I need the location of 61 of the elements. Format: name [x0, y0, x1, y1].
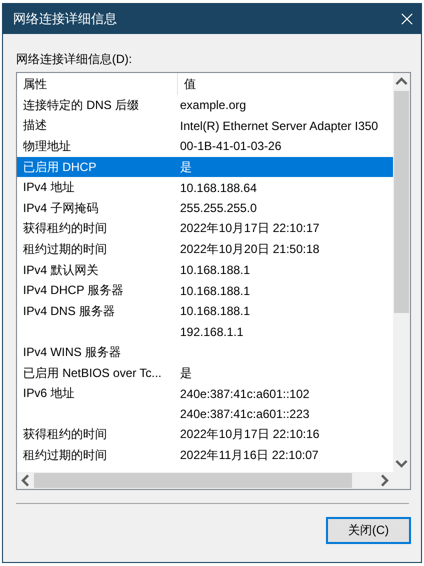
- value-cell-text: 10.168.188.1: [180, 304, 252, 318]
- list-row[interactable]: 租约过期的时间 2022年11月16日 22:10:07: [17, 445, 393, 466]
- list-row[interactable]: 描述 Intel(R) Ethernet Server Adapter I350: [17, 116, 393, 136]
- property-cell-text: 已启用 DHCP: [22, 158, 98, 176]
- value-cell-text: 2022年10月17日 22:10:16: [180, 426, 320, 444]
- property-cell-text: IPv4 DNS 服务器: [22, 302, 116, 320]
- list-row[interactable]: 物理地址 00-1B-41-01-03-26: [17, 136, 393, 157]
- property-cell-text: IPv6 地址: [22, 385, 76, 402]
- property-cell-text: 租约过期的时间: [22, 240, 108, 258]
- close-icon[interactable]: [401, 13, 413, 25]
- scroll-thumb[interactable]: [34, 473, 352, 488]
- value-cell-text: 2022年10月17日 22:10:17: [180, 220, 320, 238]
- value-cell-text: 240e:387:41c:a601::223: [180, 407, 310, 422]
- property-cell-text: 租约过期的时间: [22, 446, 108, 464]
- value-cell-text: 是: [180, 364, 193, 382]
- property-cell-text: 描述: [22, 117, 48, 134]
- list-row[interactable]: 已启用 DHCP 是: [17, 156, 393, 178]
- property-cell-text: IPv4 子网掩码: [22, 200, 100, 217]
- property-cell-text: IPv4 DHCP 服务器: [22, 282, 124, 300]
- property-cell-text: 物理地址: [22, 138, 72, 155]
- value-cell-text: 2022年10月20日 21:50:18: [180, 240, 320, 258]
- property-cell-text: IPv4 WINS 服务器: [22, 344, 122, 361]
- list-row[interactable]: IPv4 DNS 服务器 10.168.188.1: [17, 300, 393, 322]
- horizontal-scrollbar[interactable]: [17, 472, 410, 489]
- value-cell-text: 240e:387:41c:a601::102: [180, 386, 310, 401]
- scroll-thumb[interactable]: [394, 91, 409, 313]
- list-row[interactable]: 连接特定的 DNS 后缀 example.org: [17, 95, 393, 116]
- close-button[interactable]: 关闭(C): [326, 517, 411, 544]
- list-row[interactable]: 240e:387:41c:a601::223: [17, 404, 393, 424]
- list-row[interactable]: 获得租约的时间 2022年10月17日 22:10:16: [17, 424, 393, 446]
- vertical-scrollbar[interactable]: [393, 73, 410, 472]
- property-cell-text: IPv4 默认网关: [22, 262, 100, 279]
- property-cell-text: 获得租约的时间: [22, 426, 108, 444]
- list-row[interactable]: IPv4 地址 10.168.188.64: [17, 177, 393, 198]
- list-label: 网络连接详细信息(D):: [16, 51, 133, 67]
- property-cell-text: 已启用 NetBIOS over Tc...: [22, 364, 162, 382]
- value-cell-text: 10.168.188.1: [180, 284, 252, 298]
- value-cell-text: 00-1B-41-01-03-26: [180, 139, 282, 154]
- value-cell-text: 192.168.1.1: [180, 324, 244, 339]
- property-cell-text: 获得租约的时间: [22, 220, 108, 238]
- list-row[interactable]: IPv4 默认网关 10.168.188.1: [17, 260, 393, 280]
- value-cell-text: 255.255.255.0: [180, 201, 258, 216]
- value-cell-text: 10.168.188.64: [180, 180, 258, 195]
- column-header[interactable]: 属性: [17, 73, 178, 95]
- list-row[interactable]: 已启用 NetBIOS over Tc... 是: [17, 362, 393, 384]
- list-row[interactable]: IPv4 DHCP 服务器 10.168.188.1: [17, 280, 393, 301]
- list-row[interactable]: 租约过期的时间 2022年10月20日 21:50:18: [17, 239, 393, 260]
- value-cell-text: 2022年11月16日 22:10:07: [180, 446, 320, 464]
- list-row[interactable]: IPv4 WINS 服务器: [17, 342, 393, 363]
- property-cell-text: 连接特定的 DNS 后缀: [22, 96, 140, 114]
- list-row[interactable]: IPv4 子网掩码 255.255.255.0: [17, 198, 393, 219]
- list-row[interactable]: 192.168.1.1: [17, 322, 393, 342]
- value-cell-text: example.org: [180, 98, 248, 112]
- value-cell-text: 10.168.188.1: [180, 263, 252, 278]
- list-row[interactable]: IPv6 地址 240e:387:41c:a601::102: [17, 383, 393, 404]
- value-cell-text: Intel(R) Ethernet Server Adapter I350: [180, 118, 380, 133]
- list-row[interactable]: 获得租约的时间 2022年10月17日 22:10:17: [17, 218, 393, 240]
- property-cell-text: IPv4 地址: [22, 179, 76, 196]
- value-cell-text: 是: [180, 158, 193, 176]
- window-title: 网络连接详细信息: [13, 10, 117, 28]
- column-header[interactable]: 值: [178, 73, 196, 95]
